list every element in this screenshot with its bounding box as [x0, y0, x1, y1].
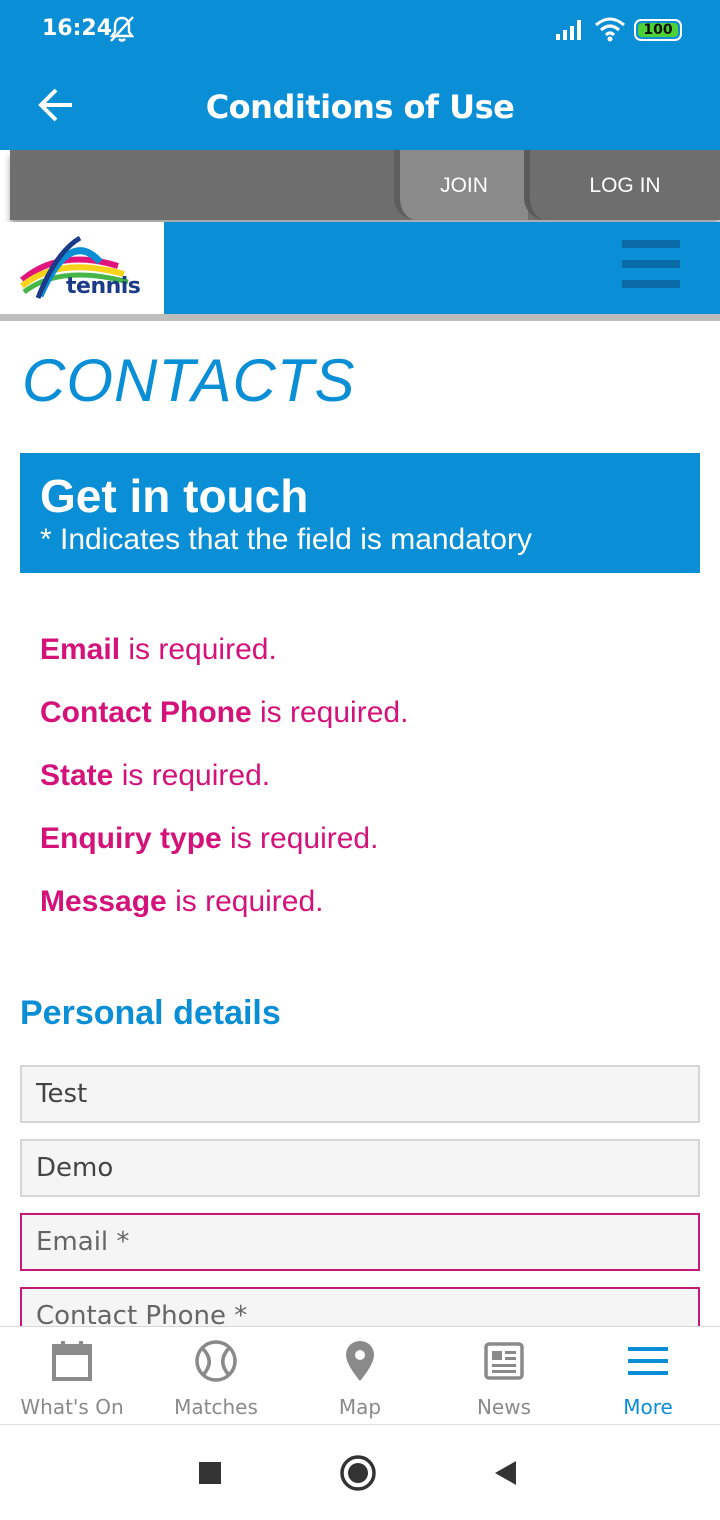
- join-button[interactable]: JOIN: [394, 150, 528, 220]
- nav-more[interactable]: More: [576, 1327, 720, 1425]
- notifications-off-icon: [109, 16, 135, 42]
- battery-indicator: 100: [634, 19, 682, 41]
- nav-matches[interactable]: Matches: [144, 1327, 288, 1425]
- login-button[interactable]: LOG IN: [524, 150, 720, 220]
- back-triangle-icon[interactable]: [486, 1453, 526, 1493]
- map-pin-icon: [346, 1341, 374, 1381]
- last-name-field[interactable]: Demo: [20, 1139, 700, 1197]
- logo-text: tennis: [66, 274, 141, 299]
- hamburger-icon[interactable]: [622, 240, 680, 292]
- error-state: State is required.: [40, 754, 700, 817]
- page-heading: CONTACTS: [22, 347, 356, 414]
- error-field: State: [40, 759, 114, 792]
- error-suffix: is required.: [251, 696, 409, 729]
- wifi-icon: [595, 17, 625, 42]
- get-in-touch-box: Get in touch * Indicates that the field …: [20, 453, 700, 573]
- bottom-nav: What's On Matches Map News More: [0, 1326, 720, 1424]
- get-in-touch-title: Get in touch: [40, 470, 309, 522]
- error-email: Email is required.: [40, 628, 700, 691]
- error-field: Contact Phone: [40, 696, 252, 729]
- nav-label: Matches: [174, 1395, 258, 1419]
- validation-errors: Email is required. Contact Phone is requ…: [40, 628, 700, 943]
- auth-bar: JOIN LOG IN: [10, 150, 720, 220]
- error-suffix: is required.: [120, 633, 277, 666]
- error-suffix: is required.: [113, 759, 271, 792]
- nav-label: What's On: [20, 1395, 124, 1419]
- app-title: Conditions of Use: [205, 88, 515, 126]
- home-circle-icon[interactable]: [338, 1453, 378, 1493]
- battery-level: 100: [643, 22, 673, 38]
- tennis-ball-icon: [195, 1340, 237, 1382]
- status-time: 16:24: [42, 16, 113, 41]
- error-suffix: is required.: [221, 822, 379, 855]
- error-contact-phone: Contact Phone is required.: [40, 691, 700, 754]
- error-field: Enquiry type: [40, 822, 222, 855]
- tennis-logo-icon: [20, 235, 129, 299]
- header-divider: [0, 314, 720, 321]
- site-header: tennis: [0, 222, 720, 314]
- cell-signal-icon: [556, 20, 581, 40]
- error-field: Email: [40, 633, 121, 666]
- newspaper-icon: [484, 1342, 524, 1380]
- status-bar: 16:24 100: [0, 0, 720, 60]
- nav-whats-on[interactable]: What's On: [0, 1327, 144, 1425]
- error-message: Message is required.: [40, 880, 700, 943]
- nav-label: More: [623, 1395, 673, 1419]
- system-nav-bar: [0, 1425, 720, 1520]
- error-enquiry-type: Enquiry type is required.: [40, 817, 700, 880]
- error-suffix: is required.: [166, 885, 324, 918]
- nav-map[interactable]: Map: [288, 1327, 432, 1425]
- nav-label: Map: [338, 1395, 382, 1419]
- app-bar: Conditions of Use: [0, 60, 720, 150]
- nav-news[interactable]: News: [432, 1327, 576, 1425]
- menu-icon: [628, 1347, 668, 1375]
- first-name-field[interactable]: Test: [20, 1065, 700, 1123]
- email-field[interactable]: Email *: [20, 1213, 700, 1271]
- tennis-logo[interactable]: tennis: [0, 222, 164, 314]
- calendar-icon: [52, 1341, 92, 1381]
- nav-label: News: [476, 1395, 532, 1419]
- recents-square-icon[interactable]: [190, 1453, 230, 1493]
- personal-details-title: Personal details: [20, 994, 281, 1032]
- error-field: Message: [40, 885, 167, 918]
- mandatory-note: * Indicates that the field is mandatory: [40, 523, 532, 556]
